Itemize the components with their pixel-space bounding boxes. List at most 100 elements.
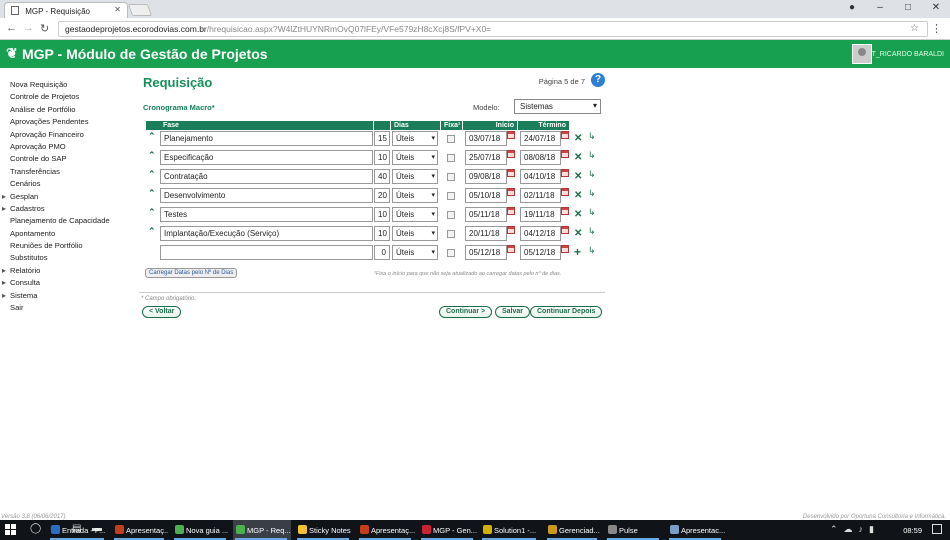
calendar-icon[interactable]: [507, 207, 515, 215]
sidebar-item[interactable]: Reuniões de Portfólio: [4, 241, 134, 253]
fixa-checkbox[interactable]: [447, 211, 455, 219]
termino-date[interactable]: 08/08/18: [520, 150, 561, 165]
dias-input[interactable]: 40: [374, 169, 390, 184]
calendar-icon[interactable]: [561, 131, 569, 139]
calendar-icon[interactable]: [561, 188, 569, 196]
fase-input[interactable]: Testes: [160, 207, 373, 222]
fixa-checkbox[interactable]: [447, 154, 455, 162]
taskbar-item[interactable]: Gerenciad...: [545, 520, 601, 540]
dias-input[interactable]: 15: [374, 131, 390, 146]
notification-icon[interactable]: [932, 524, 942, 534]
termino-date[interactable]: 19/11/18: [520, 207, 561, 222]
sidebar-item[interactable]: Substitutos: [4, 253, 134, 265]
calendar-icon[interactable]: [561, 150, 569, 158]
url-field[interactable]: gestaodeprojetos.ecorodovias.com.br/hreq…: [58, 21, 928, 37]
move-up-icon[interactable]: ⌃: [148, 188, 156, 199]
insert-row-icon[interactable]: ↳: [588, 150, 596, 161]
calendar-icon[interactable]: [561, 226, 569, 234]
fixa-checkbox[interactable]: [447, 249, 455, 257]
tipo-dias-select[interactable]: Úteis: [392, 226, 438, 241]
dias-input[interactable]: 0: [374, 245, 390, 260]
fase-input[interactable]: Planejamento: [160, 131, 373, 146]
inicio-date[interactable]: 05/10/18: [465, 188, 507, 203]
sidebar-item[interactable]: Cenários: [4, 179, 134, 191]
minimize-button[interactable]: –: [866, 2, 894, 13]
inicio-date[interactable]: 05/12/18: [465, 245, 507, 260]
insert-row-icon[interactable]: ↳: [588, 131, 596, 142]
taskbar-item[interactable]: Nova guia ...: [172, 520, 230, 540]
dias-input[interactable]: 10: [374, 207, 390, 222]
tipo-dias-select[interactable]: Úteis: [392, 150, 438, 165]
dias-input[interactable]: 10: [374, 150, 390, 165]
calendar-icon[interactable]: [507, 226, 515, 234]
insert-row-icon[interactable]: ↳: [588, 226, 596, 237]
taskbar-item[interactable]: Solution1 -...: [480, 520, 540, 540]
dias-input[interactable]: 10: [374, 226, 390, 241]
fixa-checkbox[interactable]: [447, 173, 455, 181]
carregar-datas-button[interactable]: Carregar Datas pelo Nº de Dias: [145, 268, 238, 278]
taskbar-item[interactable]: MGP - Req...: [233, 520, 291, 540]
browser-tab[interactable]: MGP - Requisição ✕: [4, 2, 128, 18]
inicio-date[interactable]: 09/08/18: [465, 169, 507, 184]
taskbar-item[interactable]: MGP - Gen...: [419, 520, 477, 540]
new-tab-button[interactable]: [127, 4, 153, 16]
sidebar-item[interactable]: Consulta: [2, 278, 134, 290]
continuar-depois-button[interactable]: Continuar Depois: [530, 306, 603, 318]
reload-icon[interactable]: ↻: [40, 22, 49, 35]
sidebar-item[interactable]: Planejamento de Capacidade: [4, 216, 134, 228]
inicio-date[interactable]: 05/11/18: [465, 207, 507, 222]
modelo-select[interactable]: Sistemas: [514, 99, 601, 114]
taskbar-item[interactable]: Apresentaç...: [112, 520, 168, 540]
user-name[interactable]: T_RICARDO BARALDI: [872, 51, 944, 58]
bookmark-star-icon[interactable]: ☆: [910, 23, 919, 34]
browser-menu-icon[interactable]: ⋮: [931, 22, 942, 35]
termino-date[interactable]: 24/07/18: [520, 131, 561, 146]
dias-input[interactable]: 20: [374, 188, 390, 203]
taskbar-item[interactable]: Pulse: [605, 520, 663, 540]
delete-icon[interactable]: ✕: [574, 171, 582, 182]
tipo-dias-select[interactable]: Úteis: [392, 131, 438, 146]
sidebar-item[interactable]: Transferências: [4, 167, 134, 179]
insert-row-icon[interactable]: ↳: [588, 169, 596, 180]
sidebar-item[interactable]: Gesplan: [2, 192, 134, 204]
inicio-date[interactable]: 20/11/18: [465, 226, 507, 241]
add-icon[interactable]: +: [574, 245, 581, 259]
search-icon[interactable]: ◯: [30, 523, 41, 534]
sidebar-item[interactable]: Aprovações Pendentes: [4, 117, 134, 129]
tipo-dias-select[interactable]: Úteis: [392, 207, 438, 222]
tray-icons[interactable]: ⌃☁♪▮: [830, 524, 880, 535]
fixa-checkbox[interactable]: [447, 192, 455, 200]
sidebar-item[interactable]: Cadastros: [2, 204, 134, 216]
sidebar-item[interactable]: Análise de Portfólio: [4, 105, 134, 117]
maximize-button[interactable]: □: [894, 2, 922, 13]
calendar-icon[interactable]: [507, 188, 515, 196]
fase-input[interactable]: Implantação/Execução (Serviço): [160, 226, 373, 241]
taskbar-item[interactable]: Sticky Notes: [295, 520, 353, 540]
delete-icon[interactable]: ✕: [574, 190, 582, 201]
sidebar-item[interactable]: Nova Requisição: [4, 80, 134, 92]
calendar-icon[interactable]: [507, 131, 515, 139]
sidebar-item[interactable]: Controle de Projetos: [4, 92, 134, 104]
help-icon[interactable]: ?: [591, 73, 605, 87]
continuar-button[interactable]: Continuar >: [439, 306, 493, 318]
tipo-dias-select[interactable]: Úteis: [392, 169, 438, 184]
insert-row-icon[interactable]: ↳: [588, 207, 596, 218]
tipo-dias-select[interactable]: Úteis: [392, 245, 438, 260]
fase-input[interactable]: [160, 245, 373, 260]
sidebar-item[interactable]: Aprovação Financeiro: [4, 130, 134, 142]
taskbar-item[interactable]: Apresentac...: [667, 520, 725, 540]
insert-row-icon[interactable]: ↳: [588, 188, 596, 199]
sidebar-item[interactable]: Controle do SAP: [4, 154, 134, 166]
insert-row-icon[interactable]: ↳: [588, 245, 596, 256]
move-up-icon[interactable]: ⌃: [148, 226, 156, 237]
close-window-button[interactable]: ✕: [922, 2, 950, 13]
inicio-date[interactable]: 25/07/18: [465, 150, 507, 165]
inicio-date[interactable]: 03/07/18: [465, 131, 507, 146]
taskbar-item[interactable]: Entrada - P...: [48, 520, 108, 540]
termino-date[interactable]: 02/11/18: [520, 188, 561, 203]
windows-start-icon[interactable]: [5, 524, 16, 535]
delete-icon[interactable]: ✕: [574, 152, 582, 163]
fase-input[interactable]: Desenvolvimento: [160, 188, 373, 203]
calendar-icon[interactable]: [561, 207, 569, 215]
fase-input[interactable]: Especificação: [160, 150, 373, 165]
